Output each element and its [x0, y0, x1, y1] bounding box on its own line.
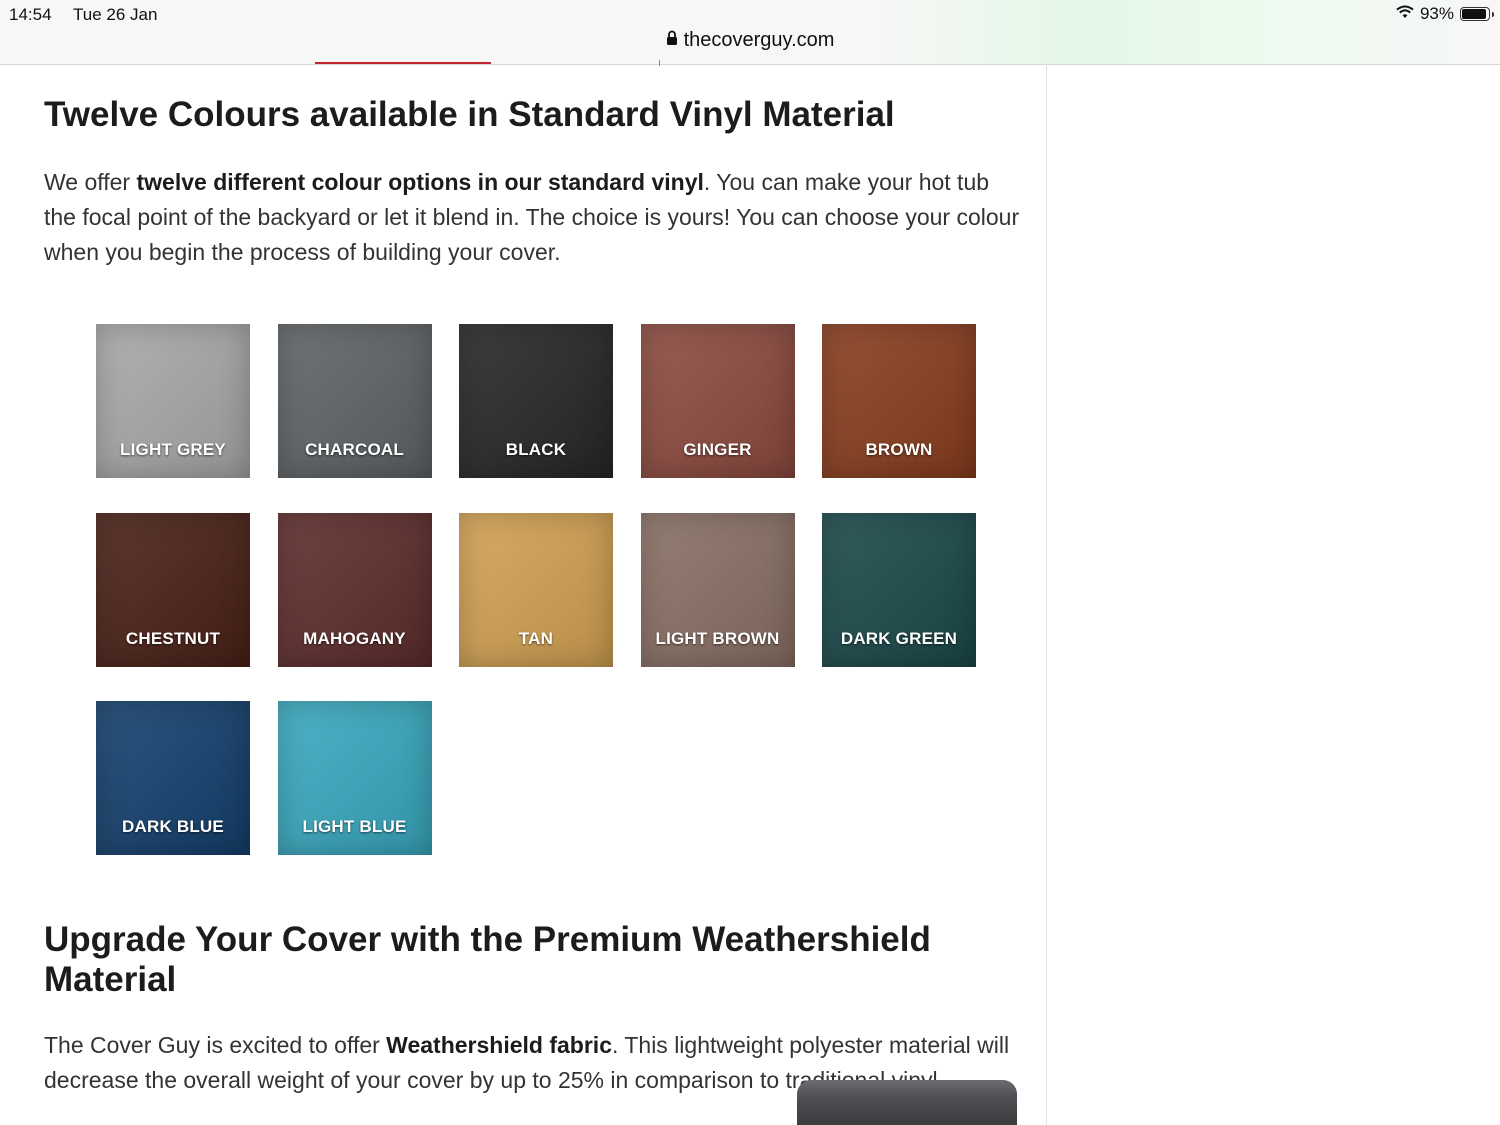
colours-intro-paragraph: We offer twelve different colour options… — [44, 165, 1024, 270]
colours-intro-pre: We offer — [44, 169, 137, 195]
url-text: thecoverguy.com — [683, 29, 835, 51]
swatch-chestnut: CHESTNUT — [96, 512, 250, 667]
swatch-label: LIGHT BLUE — [302, 817, 407, 836]
weathershield-heading: Upgrade Your Cover with the Premium Weat… — [44, 920, 931, 999]
status-date: Tue 26 Jan — [73, 5, 158, 24]
swatch-label: GINGER — [683, 440, 752, 459]
lock-icon — [666, 29, 678, 52]
swatch-label: CHESTNUT — [125, 628, 221, 648]
swatch-label: CHARCOAL — [305, 440, 404, 459]
colours-heading: Twelve Colours available in Standard Vin… — [44, 95, 895, 134]
swatch-label: MAHOGANY — [303, 628, 406, 648]
swatch-label: DARK GREEN — [840, 628, 958, 648]
swatch-charcoal: CHARCOAL — [277, 324, 432, 478]
battery-nub — [1492, 12, 1494, 17]
swatch-label: LIGHT GREY — [120, 440, 226, 459]
swatch-black: BLACK — [459, 324, 613, 478]
swatch-label: LIGHT BROWN — [655, 628, 780, 648]
hot-tub-cover-image — [797, 1080, 1017, 1125]
weathershield-pre: The Cover Guy is excited to offer — [44, 1032, 387, 1058]
battery-level — [1462, 9, 1487, 19]
battery-percent: 93% — [1419, 4, 1454, 23]
swatch-brown: BROWN — [822, 324, 976, 478]
swatch-label: DARK BLUE — [122, 817, 224, 836]
swatch-label: BROWN — [865, 440, 933, 459]
swatch-tan: TAN — [459, 512, 613, 667]
swatch-dark-green: DARK GREEN — [822, 512, 976, 667]
swatch-label: TAN — [518, 628, 554, 648]
nav-separator — [659, 60, 660, 66]
swatch-light-grey: LIGHT GREY — [96, 324, 250, 478]
swatch-light-brown: LIGHT BROWN — [640, 512, 795, 667]
swatch-dark-blue: DARK BLUE — [96, 701, 250, 855]
wifi-icon — [1396, 4, 1414, 24]
weathershield-bold: Weathershield fabric — [386, 1032, 612, 1058]
swatch-ginger: GINGER — [640, 324, 795, 478]
colour-swatch-grid: LIGHT GREY CHARCOAL BLACK GINGER BROWN CHESTN… — [96, 324, 996, 856]
swatch-light-blue: LIGHT BLUE — [277, 701, 432, 855]
active-nav-underline — [315, 62, 491, 64]
swatch-mahogany: MAHOGANY — [277, 512, 432, 667]
status-indicators: 93% — [1396, 4, 1494, 24]
status-bar: 14:54 Tue 26 Jan 93% thecoverguy.com — [0, 0, 1500, 65]
colours-intro-bold: twelve different colour options in our s… — [136, 169, 704, 195]
address-bar[interactable]: thecoverguy.com — [0, 29, 1500, 52]
status-time: 14:54 — [9, 5, 52, 24]
sidebar-divider — [1046, 64, 1047, 1125]
swatch-label: BLACK — [505, 440, 567, 459]
battery-icon — [1460, 7, 1494, 21]
